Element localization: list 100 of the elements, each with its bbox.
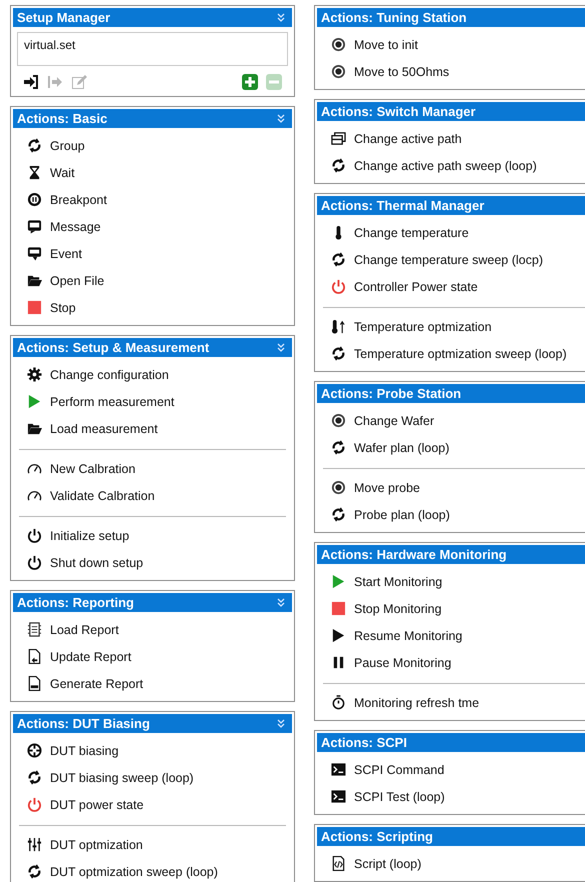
gauge-icon — [27, 488, 42, 503]
power-icon — [27, 555, 42, 570]
action-item[interactable]: Move probe — [317, 474, 585, 501]
pdf-document-icon — [27, 676, 42, 691]
action-item[interactable]: Move to 50Ohms — [317, 58, 585, 85]
panel-title: Setup Manager — [17, 10, 110, 25]
panel-header[interactable]: Actions: Basic — [13, 109, 292, 128]
loop-icon — [331, 507, 346, 522]
collapse-icon[interactable] — [276, 718, 286, 728]
action-item[interactable]: Event — [13, 240, 292, 267]
action-item[interactable]: Temperature optmization — [317, 313, 585, 340]
document-icon — [27, 622, 42, 637]
action-item[interactable]: DUT power state — [13, 791, 292, 818]
panel-title: Actions: SCPI — [321, 735, 407, 750]
action-item[interactable]: New Calbration — [13, 455, 292, 482]
action-item[interactable]: Probe plan (loop) — [317, 501, 585, 528]
action-item[interactable]: Validate Calbration — [13, 482, 292, 509]
setup-list-field[interactable]: virtual.set — [17, 32, 288, 66]
panel-header[interactable]: Actions: Scripting — [317, 827, 585, 846]
action-item[interactable]: Monitoring refresh tme — [317, 689, 585, 716]
panel-header[interactable]: Actions: SCPI — [317, 733, 585, 752]
action-item[interactable]: SCPI Test (loop) — [317, 783, 585, 810]
target-icon — [331, 480, 346, 495]
action-item[interactable]: Move to init — [317, 31, 585, 58]
panel-header[interactable]: Actions: Switch Manager — [317, 102, 585, 121]
collapse-icon[interactable] — [276, 598, 286, 608]
action-item[interactable]: Change temperature — [317, 219, 585, 246]
action-item[interactable]: DUT optmization — [13, 831, 292, 858]
collapse-icon[interactable] — [276, 12, 286, 22]
action-item[interactable]: Wait — [13, 159, 292, 186]
message-icon — [27, 219, 42, 234]
panel-header[interactable]: Actions: Tuning Station — [317, 8, 585, 27]
panel-header[interactable]: Actions: Setup & Measurement — [13, 338, 292, 357]
stop-icon — [27, 300, 42, 315]
terminal-icon — [331, 789, 346, 804]
speech-bubble-icon — [27, 246, 42, 261]
folder-icon — [27, 421, 42, 436]
panel-title: Actions: Reporting — [17, 595, 134, 610]
stopwatch-icon — [331, 695, 346, 710]
panel-title: Actions: Hardware Monitoring — [321, 547, 507, 562]
thermometer-icon — [331, 319, 346, 334]
action-item[interactable]: Load Report — [13, 616, 292, 643]
action-item[interactable]: Change active path sweep (loop) — [317, 152, 585, 179]
panel-title: Actions: Setup & Measurement — [17, 340, 210, 355]
action-item[interactable]: Generate Report — [13, 670, 292, 697]
action-item[interactable]: Temperature optmization sweep (loop) — [317, 340, 585, 367]
panel-title: Actions: Switch Manager — [321, 104, 476, 119]
panel-title: Actions: Thermal Manager — [321, 198, 484, 213]
action-item[interactable]: Change Wafer — [317, 407, 585, 434]
folder-icon — [27, 273, 42, 288]
action-item[interactable]: Breakpont — [13, 186, 292, 213]
action-item[interactable]: Initialize setup — [13, 522, 292, 549]
play-icon — [27, 394, 42, 409]
target-icon — [331, 37, 346, 52]
action-item[interactable]: Controller Power state — [317, 273, 585, 300]
collapse-icon[interactable] — [276, 342, 286, 352]
action-item[interactable]: DUT optmization sweep (loop) — [13, 858, 292, 882]
hourglass-icon — [27, 165, 42, 180]
action-item[interactable]: SCPI Command — [317, 756, 585, 783]
panel-title: Actions: DUT Biasing — [17, 716, 150, 731]
add-icon[interactable] — [242, 74, 258, 90]
action-item[interactable]: Perform measurement — [13, 388, 292, 415]
power-icon — [27, 528, 42, 543]
loop-icon — [331, 346, 346, 361]
action-item[interactable]: Change temperature sweep (locp) — [317, 246, 585, 273]
action-item[interactable]: DUT biasing sweep (loop) — [13, 764, 292, 791]
switch-icon — [331, 131, 346, 146]
target-icon — [331, 64, 346, 79]
panel-header[interactable]: Setup Manager — [13, 8, 292, 27]
action-item[interactable]: Start Monitoring — [317, 568, 585, 595]
pause-icon — [331, 655, 346, 670]
action-item[interactable]: Load measurement — [13, 415, 292, 442]
action-item[interactable]: Change configuration — [13, 361, 292, 388]
panel-header[interactable]: Actions: Reporting — [13, 593, 292, 612]
panel-header[interactable]: Actions: Hardware Monitoring — [317, 545, 585, 564]
document-icon — [27, 649, 42, 664]
action-item[interactable]: Resume Monitoring — [317, 622, 585, 649]
action-item[interactable]: Open File — [13, 267, 292, 294]
terminal-icon — [331, 762, 346, 777]
panel-header[interactable]: Actions: DUT Biasing — [13, 714, 292, 733]
loop-icon — [331, 252, 346, 267]
action-item[interactable]: Update Report — [13, 643, 292, 670]
action-item[interactable]: Wafer plan (loop) — [317, 434, 585, 461]
action-item[interactable]: Message — [13, 213, 292, 240]
action-item[interactable]: DUT biasing — [13, 737, 292, 764]
login-icon[interactable] — [23, 74, 39, 90]
action-item[interactable]: Shut down setup — [13, 549, 292, 576]
power-icon — [27, 797, 42, 812]
gauge-icon — [27, 461, 42, 476]
action-item[interactable]: Change active path — [317, 125, 585, 152]
panel-header[interactable]: Actions: Thermal Manager — [317, 196, 585, 215]
action-item[interactable]: Stop Monitoring — [317, 595, 585, 622]
panel-header[interactable]: Actions: Probe Station — [317, 384, 585, 403]
action-item[interactable]: Group — [13, 132, 292, 159]
action-item[interactable]: Pause Monitoring — [317, 649, 585, 676]
collapse-icon[interactable] — [276, 114, 286, 124]
action-item[interactable]: Script (loop) — [317, 850, 585, 877]
loop-icon — [27, 138, 42, 153]
play-icon — [331, 628, 346, 643]
action-item[interactable]: Stop — [13, 294, 292, 321]
